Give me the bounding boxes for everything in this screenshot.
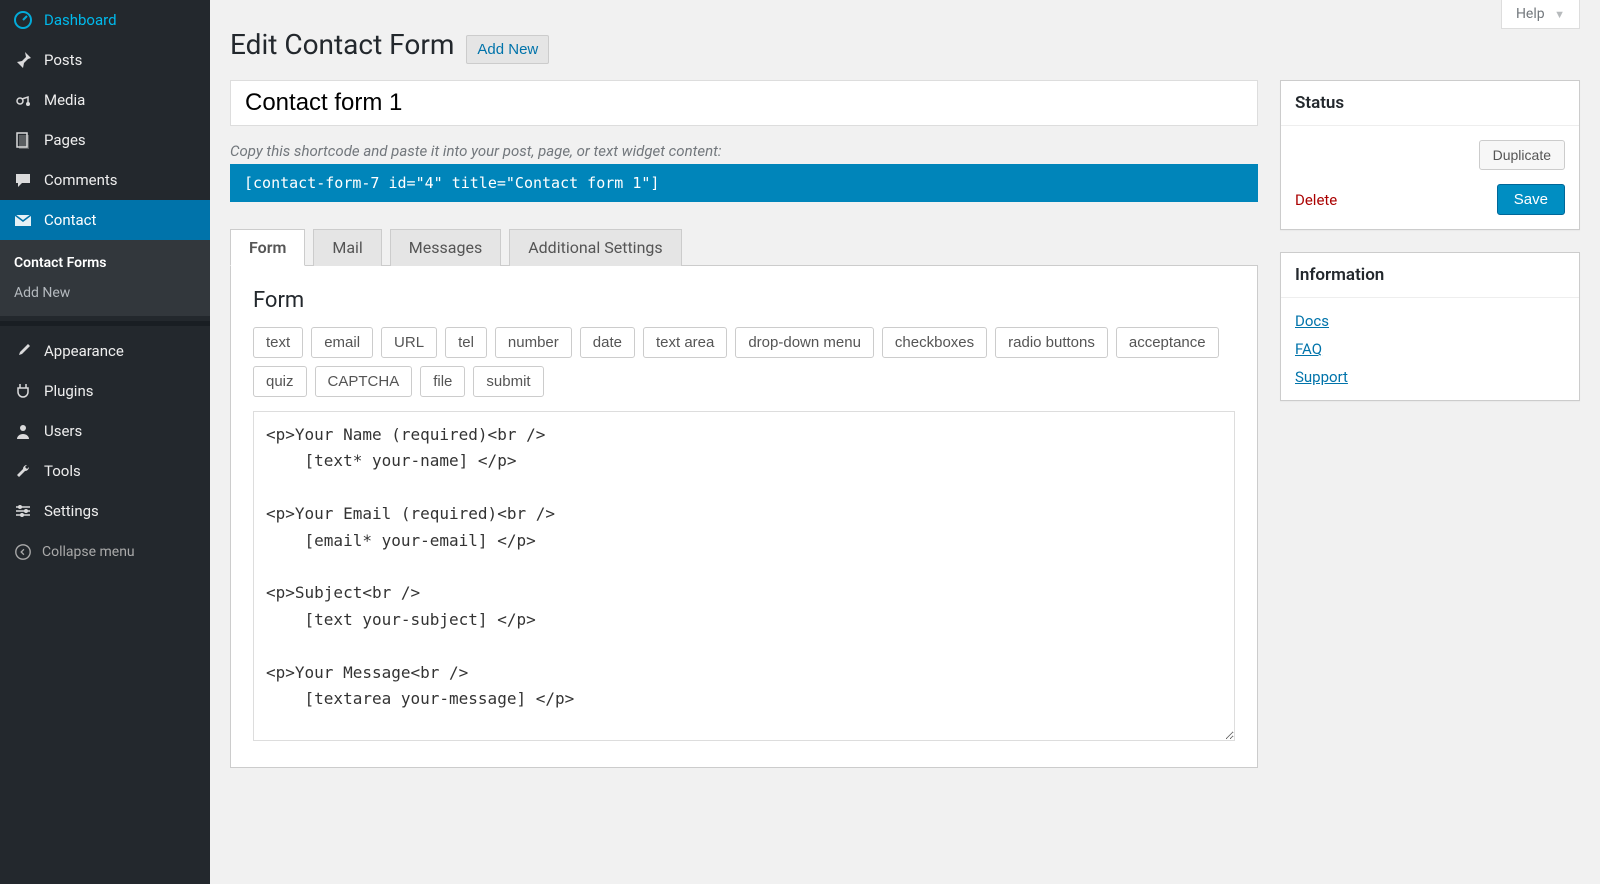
sidebar-item-settings[interactable]: Settings [0, 491, 210, 531]
media-icon [12, 89, 34, 111]
shortcode-hint: Copy this shortcode and paste it into yo… [230, 142, 1258, 160]
sidebar-submenu: Contact Forms Add New [0, 240, 210, 316]
sidebar-item-plugins[interactable]: Plugins [0, 371, 210, 411]
sidebar-item-users[interactable]: Users [0, 411, 210, 451]
form-panel: Form text email URL tel number date text area d… [230, 266, 1258, 768]
sidebar-label: Plugins [44, 382, 93, 400]
info-link-docs[interactable]: Docs [1295, 312, 1565, 330]
main-content: Help ▼ Edit Contact Form Add New Copy th… [210, 0, 1600, 884]
status-title: Status [1281, 81, 1579, 126]
page-header: Edit Contact Form Add New [230, 28, 1580, 64]
sidebar-item-appearance[interactable]: Appearance [0, 331, 210, 371]
admin-sidebar: Dashboard Posts Media Pages Comments Con… [0, 0, 210, 884]
sidebar-label: Settings [44, 502, 99, 520]
sidebar-label: Dashboard [44, 11, 117, 29]
tag-button-text[interactable]: text [253, 327, 303, 358]
info-link-faq[interactable]: FAQ [1295, 340, 1565, 358]
tag-generator-row: text email URL tel number date text area drop-d… [253, 327, 1235, 397]
status-box: Status Duplicate Delete Save [1280, 80, 1580, 230]
sidebar-meta: Status Duplicate Delete Save Information [1280, 80, 1580, 423]
tag-button-email[interactable]: email [311, 327, 373, 358]
tag-button-checkboxes[interactable]: checkboxes [882, 327, 987, 358]
user-icon [12, 420, 34, 442]
editor-column: Copy this shortcode and paste it into yo… [230, 80, 1258, 768]
plug-icon [12, 380, 34, 402]
page-icon [12, 129, 34, 151]
sidebar-item-posts[interactable]: Posts [0, 40, 210, 80]
tag-button-file[interactable]: file [420, 366, 465, 397]
sidebar-item-comments[interactable]: Comments [0, 160, 210, 200]
sidebar-subitem-contact-forms[interactable]: Contact Forms [0, 248, 210, 278]
sidebar-label: Comments [44, 171, 118, 189]
sidebar-item-dashboard[interactable]: Dashboard [0, 0, 210, 40]
tag-button-date[interactable]: date [580, 327, 635, 358]
mail-icon [12, 209, 34, 231]
tag-button-CAPTCHA[interactable]: CAPTCHA [315, 366, 413, 397]
sidebar-label: Tools [44, 462, 81, 480]
sidebar-item-media[interactable]: Media [0, 80, 210, 120]
info-link-support[interactable]: Support [1295, 368, 1565, 386]
sidebar-label: Contact [44, 211, 96, 229]
collapse-label: Collapse menu [42, 544, 135, 560]
tag-button-drop-down-menu[interactable]: drop-down menu [735, 327, 874, 358]
duplicate-button[interactable]: Duplicate [1479, 140, 1565, 170]
add-new-button[interactable]: Add New [466, 35, 549, 64]
tag-button-radio-buttons[interactable]: radio buttons [995, 327, 1108, 358]
tag-button-quiz[interactable]: quiz [253, 366, 307, 397]
tag-button-text-area[interactable]: text area [643, 327, 727, 358]
help-tab[interactable]: Help ▼ [1501, 0, 1580, 29]
tag-button-tel[interactable]: tel [445, 327, 487, 358]
sidebar-label: Posts [44, 51, 82, 69]
panel-title: Form [253, 288, 1235, 313]
pin-icon [12, 49, 34, 71]
sidebar-label: Appearance [44, 342, 124, 360]
sidebar-item-pages[interactable]: Pages [0, 120, 210, 160]
sidebar-divider [0, 321, 210, 326]
shortcode-box[interactable]: [contact-form-7 id="4" title="Contact fo… [230, 164, 1258, 202]
sidebar-label: Media [44, 91, 85, 109]
delete-link[interactable]: Delete [1295, 191, 1337, 209]
chevron-down-icon: ▼ [1554, 8, 1565, 21]
wrench-icon [12, 460, 34, 482]
help-label: Help [1516, 6, 1545, 22]
sliders-icon [12, 500, 34, 522]
sidebar-subitem-add-new[interactable]: Add New [0, 278, 210, 308]
tag-button-number[interactable]: number [495, 327, 572, 358]
save-button[interactable]: Save [1497, 184, 1565, 215]
form-template-textarea[interactable] [253, 411, 1235, 741]
tabs: Form Mail Messages Additional Settings [230, 228, 1258, 266]
sidebar-item-tools[interactable]: Tools [0, 451, 210, 491]
page-title: Edit Contact Form [230, 28, 454, 61]
information-title: Information [1281, 253, 1579, 298]
tab-mail[interactable]: Mail [313, 229, 381, 266]
tab-additional-settings[interactable]: Additional Settings [509, 229, 681, 266]
tag-button-acceptance[interactable]: acceptance [1116, 327, 1219, 358]
collapse-menu[interactable]: Collapse menu [0, 531, 210, 573]
sidebar-label: Pages [44, 131, 86, 149]
tab-form[interactable]: Form [230, 229, 305, 266]
sidebar-item-contact[interactable]: Contact [0, 200, 210, 240]
tag-button-submit[interactable]: submit [473, 366, 543, 397]
sidebar-label: Users [44, 422, 82, 440]
comment-icon [12, 169, 34, 191]
form-title-input[interactable] [230, 80, 1258, 126]
brush-icon [12, 340, 34, 362]
dashboard-icon [12, 9, 34, 31]
tag-button-URL[interactable]: URL [381, 327, 437, 358]
tab-messages[interactable]: Messages [390, 229, 501, 266]
information-box: Information Docs FAQ Support [1280, 252, 1580, 401]
collapse-icon [12, 541, 34, 563]
